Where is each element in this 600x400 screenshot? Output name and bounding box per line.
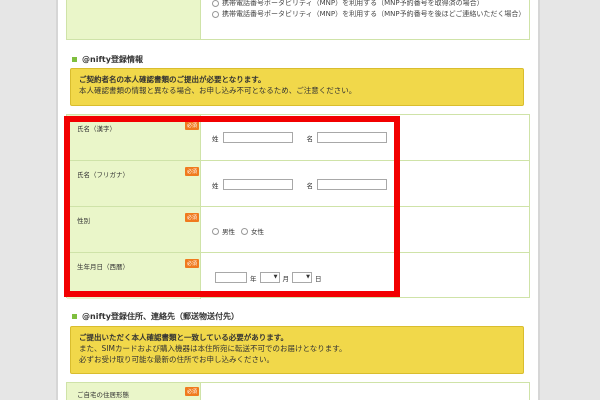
address-table: ご自宅の住居形態 必須 <box>66 382 530 400</box>
birth-day-select[interactable] <box>292 272 312 283</box>
notice-body: 本人確認書類の情報と異なる場合、お申し込み不可となるため、ご注意ください。 <box>79 86 357 95</box>
sei-label: 姓 <box>212 181 219 190</box>
birthday-fields: 年 月 日 <box>215 272 322 283</box>
gender-options: 男性 女性 <box>212 226 264 236</box>
sei-label: 姓 <box>212 134 219 143</box>
field-label-gender: 性別 <box>77 217 90 225</box>
field-label-name-kanji: 氏名（漢字） <box>77 125 116 133</box>
field-label-birthday: 生年月日（西暦） <box>77 263 129 271</box>
required-badge: 必須 <box>185 121 200 130</box>
birth-year-input[interactable] <box>215 272 247 283</box>
notice-box-identity: ご契約者名の本人確認書類のご提出が必要となります。 本人確認書類の情報と異なる場… <box>70 68 524 106</box>
last-name-kanji-input[interactable] <box>222 132 293 143</box>
label-cell: 氏名（漢字） 必須 <box>67 115 201 160</box>
required-badge: 必須 <box>185 167 200 176</box>
row-birthday: 生年月日（西暦） 必須 年 月 日 <box>67 253 529 299</box>
gender-male-label[interactable]: 男性 <box>222 226 235 236</box>
day-label: 日 <box>315 274 322 283</box>
mei-label: 名 <box>306 181 314 190</box>
section-heading-nifty-info: @nifty登録情報 <box>72 54 143 65</box>
gender-male-radio[interactable] <box>212 227 219 235</box>
label-cell: 生年月日（西暦） 必須 <box>67 253 201 299</box>
notice-line-1: また、SIMカードおよび購入機器は本住所宛に転送不可でのお届けとなります。 <box>79 344 347 353</box>
field-label-housing-type: ご自宅の住居形態 <box>77 391 129 399</box>
mei-label: 名 <box>306 134 314 143</box>
first-name-kana-input[interactable] <box>317 179 387 190</box>
application-form-page: 携帯電話番号ポータビリティ（MNP）を利用する（MNP予約番号を取得済の場合） … <box>58 0 538 400</box>
row-name-kanji: 氏名（漢字） 必須 姓 名 <box>67 115 529 161</box>
name-kanji-fields: 姓 名 <box>212 132 387 143</box>
mnp-table: 携帯電話番号ポータビリティ（MNP）を利用する（MNP予約番号を取得済の場合） … <box>66 0 530 40</box>
field-label-name-kana: 氏名（フリガナ） <box>77 171 129 179</box>
mnp-option-later-label: 携帯電話番号ポータビリティ（MNP）を利用する（MNP予約番号を後ほどご連絡いた… <box>222 10 526 18</box>
row-gender: 性別 必須 男性 女性 <box>67 207 529 253</box>
mnp-option-acquired-label: 携帯電話番号ポータビリティ（MNP）を利用する（MNP予約番号を取得済の場合） <box>222 0 484 7</box>
required-badge: 必須 <box>185 213 200 222</box>
bullet-square-icon <box>72 57 77 62</box>
month-label: 月 <box>282 274 290 283</box>
section-heading-address: @nifty登録住所、連絡先（郵送物送付先） <box>72 311 239 322</box>
notice-line-2: 必ずお受け取り可能な最新の住所でお申し込みください。 <box>79 355 274 364</box>
section-title: @nifty登録情報 <box>82 55 143 64</box>
mnp-option-acquired[interactable]: 携帯電話番号ポータビリティ（MNP）を利用する（MNP予約番号を取得済の場合） <box>212 0 484 8</box>
label-cell: ご自宅の住居形態 必須 <box>67 383 201 400</box>
label-cell: 性別 必須 <box>67 207 201 252</box>
mnp-option-later[interactable]: 携帯電話番号ポータビリティ（MNP）を利用する（MNP予約番号を後ほどご連絡いた… <box>212 9 525 19</box>
last-name-kana-input[interactable] <box>222 179 293 190</box>
year-label: 年 <box>250 274 257 283</box>
required-badge: 必須 <box>185 259 200 268</box>
birth-month-select[interactable] <box>259 272 280 283</box>
radio-icon[interactable] <box>212 10 219 18</box>
radio-icon[interactable] <box>212 0 219 7</box>
mnp-label-cell <box>67 0 201 39</box>
notice-heading: ご契約者名の本人確認書類のご提出が必要となります。 <box>79 75 266 84</box>
first-name-kanji-input[interactable] <box>317 132 387 143</box>
label-cell: 氏名（フリガナ） 必須 <box>67 161 201 206</box>
notice-box-address: ご提出いただく本人確認書類と一致している必要があります。 また、SIMカードおよ… <box>70 326 524 374</box>
row-name-kana: 氏名（フリガナ） 必須 姓 名 <box>67 161 529 207</box>
notice-heading: ご提出いただく本人確認書類と一致している必要があります。 <box>79 333 289 342</box>
page-shadow-right <box>538 0 540 400</box>
required-badge: 必須 <box>185 387 200 396</box>
section-title: @nifty登録住所、連絡先（郵送物送付先） <box>82 312 239 321</box>
gender-female-radio[interactable] <box>241 227 248 235</box>
gender-female-label[interactable]: 女性 <box>251 226 264 236</box>
registration-form-table: 氏名（漢字） 必須 姓 名 氏名（フリガナ） 必須 姓 名 性別 必須 男性 女… <box>66 114 530 299</box>
name-kana-fields: 姓 名 <box>212 179 387 190</box>
bullet-square-icon <box>72 314 77 319</box>
